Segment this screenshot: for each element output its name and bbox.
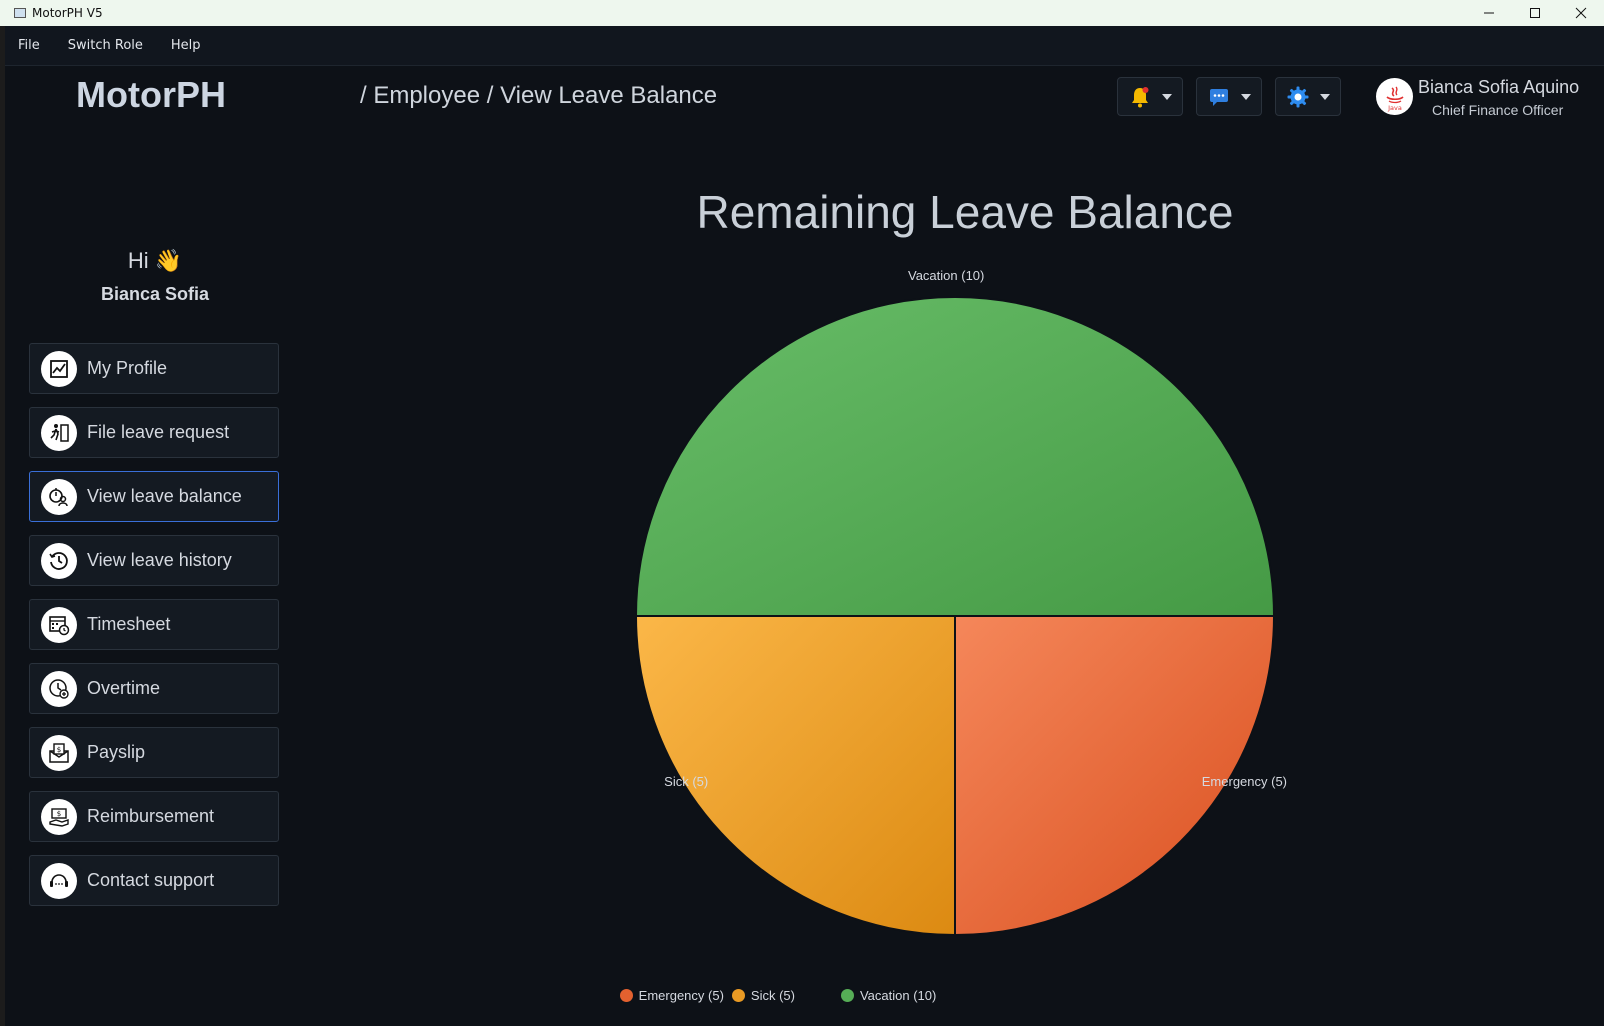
legend-item-emergency: Emergency (5) xyxy=(619,988,724,1003)
slice-label-emergency: Emergency (5) xyxy=(1202,774,1287,789)
slice-label-sick: Sick (5) xyxy=(664,774,708,789)
legend-label: Emergency (5) xyxy=(638,988,724,1003)
pie-slice-vacation xyxy=(634,296,1276,617)
legend-marker xyxy=(840,989,854,1002)
legend-marker xyxy=(731,989,745,1002)
slice-label-vacation: Vacation (10) xyxy=(908,268,984,283)
legend-item-sick: Sick (5) xyxy=(731,988,795,1003)
legend-marker xyxy=(619,989,633,1002)
chart-legend: Emergency (5) Sick (5) Vacation (10) xyxy=(0,988,1604,1003)
legend-label: Vacation (10) xyxy=(859,988,937,1003)
legend-item-vacation: Vacation (10) xyxy=(840,988,937,1003)
legend-label: Sick (5) xyxy=(750,988,795,1003)
pie-chart: Emergency (5) Sick (5) Vacation (10) xyxy=(634,268,1287,937)
